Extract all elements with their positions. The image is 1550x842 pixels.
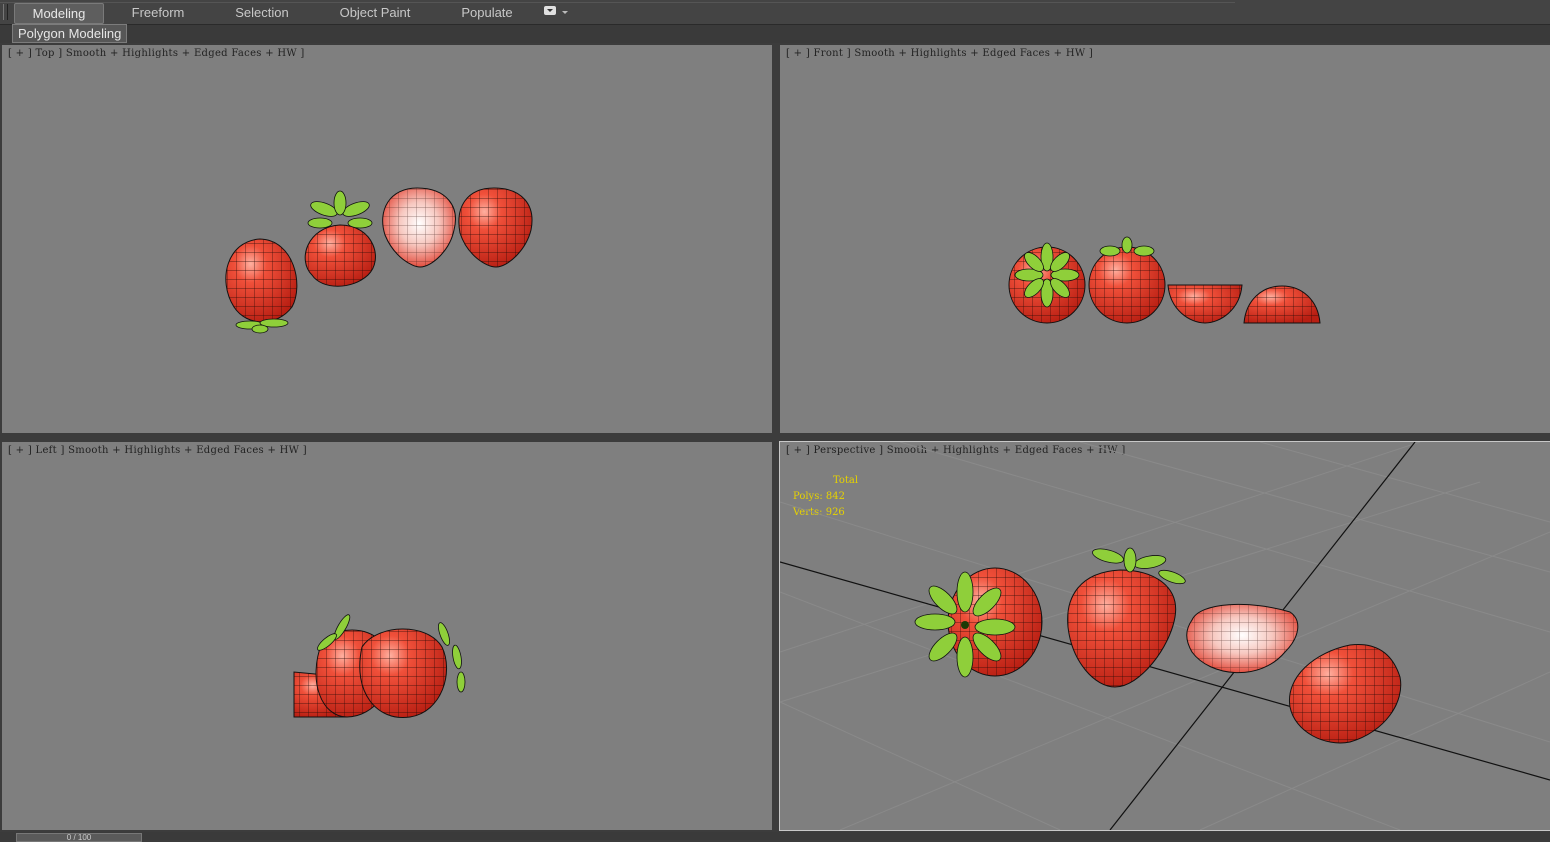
top-scene <box>225 187 533 334</box>
strawberry-mesh <box>914 567 1043 678</box>
chevron-down-icon[interactable] <box>562 11 568 14</box>
tab-populate[interactable]: Populate <box>450 3 524 22</box>
strawberry-half-mesh <box>1167 284 1243 324</box>
ribbon-tab-bar: Modeling Freeform Selection Object Paint… <box>0 0 1550 25</box>
viewport-front[interactable]: [ + ] Front ] Smooth + Highlights + Edge… <box>780 45 1550 433</box>
strawberry-mesh <box>1088 236 1166 324</box>
strawberry-mesh <box>225 238 298 334</box>
polygon-modeling-button[interactable]: Polygon Modeling <box>12 24 128 43</box>
viewport-left[interactable]: [ + ] Left ] Smooth + Highlights + Edged… <box>2 442 772 830</box>
time-slider[interactable]: 0 / 100 <box>16 833 142 842</box>
tab-selection[interactable]: Selection <box>222 3 302 22</box>
strawberry-mesh <box>293 614 466 719</box>
strawberry-half-mesh <box>1243 285 1321 324</box>
ribbon-dropdown-icon[interactable] <box>544 6 556 15</box>
strawberry-mesh <box>1288 643 1402 744</box>
perspective-scene <box>780 442 1550 830</box>
tab-modeling[interactable]: Modeling <box>14 3 104 24</box>
viewport-perspective[interactable]: [ + ] Perspective ] Smooth + Highlights … <box>779 441 1550 831</box>
strawberry-mesh <box>304 190 376 287</box>
tab-object-paint[interactable]: Object Paint <box>330 3 420 22</box>
front-scene <box>1008 236 1321 324</box>
toolbar-grip-icon[interactable] <box>3 4 8 20</box>
strawberry-half-mesh <box>382 187 456 268</box>
ribbon-panel-bar <box>0 25 1550 43</box>
viewport-top[interactable]: [ + ] Top ] Smooth + Highlights + Edged … <box>2 45 772 433</box>
bottom-bar <box>0 832 1550 840</box>
strawberry-mesh <box>1067 547 1186 688</box>
tab-freeform[interactable]: Freeform <box>118 3 198 22</box>
strawberry-mesh <box>458 187 533 268</box>
strawberry-mesh <box>1008 242 1086 324</box>
left-scene <box>293 614 466 719</box>
strawberry-half-mesh <box>1186 604 1299 674</box>
